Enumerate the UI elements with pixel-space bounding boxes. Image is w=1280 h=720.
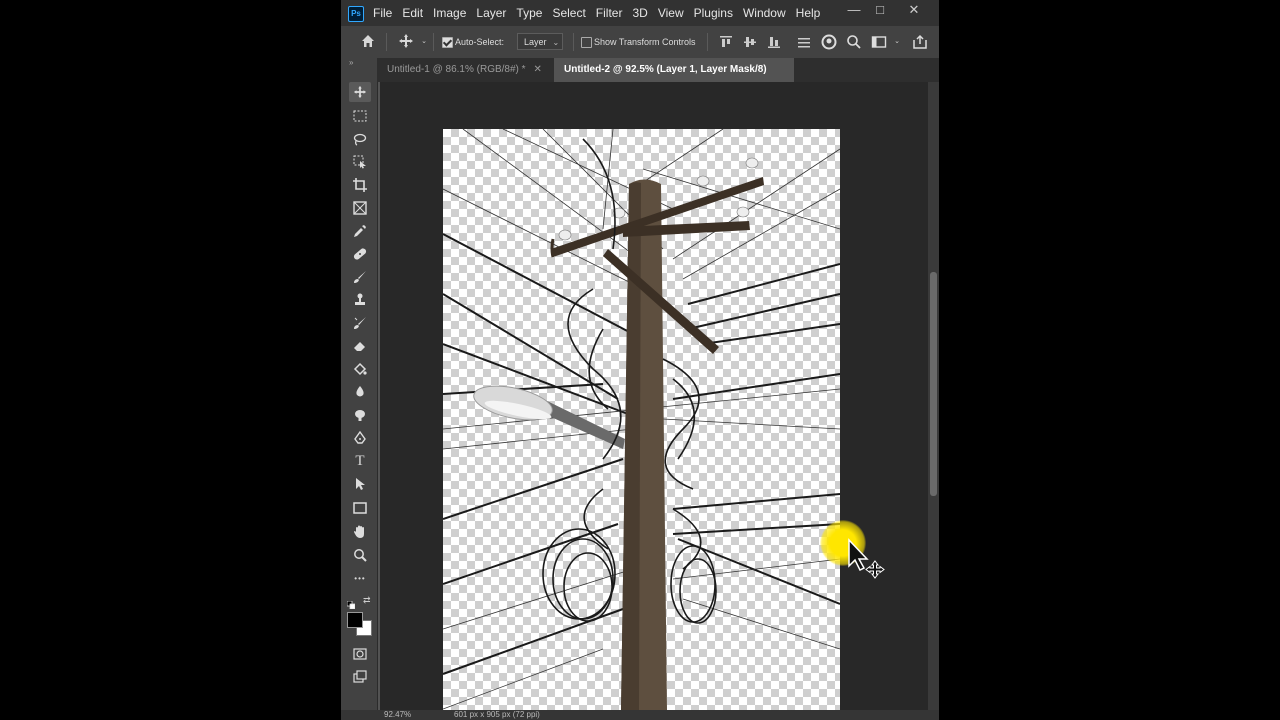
3d-mode-icon[interactable] bbox=[821, 34, 837, 50]
menu-window[interactable]: Window bbox=[738, 0, 791, 26]
frame-tool[interactable] bbox=[349, 198, 371, 218]
menu-file[interactable]: File bbox=[368, 0, 397, 26]
collapse-panel-icon[interactable]: » bbox=[349, 58, 353, 67]
brush-tool[interactable] bbox=[349, 267, 371, 287]
menu-type[interactable]: Type bbox=[511, 0, 547, 26]
scrollbar-thumb[interactable] bbox=[930, 272, 937, 496]
paint-bucket-tool[interactable] bbox=[349, 359, 371, 379]
canvas-area[interactable] bbox=[380, 82, 928, 710]
hand-tool[interactable] bbox=[349, 522, 371, 542]
align-vertical-center-icon[interactable] bbox=[743, 34, 757, 50]
auto-select-label: Auto-Select: bbox=[455, 37, 505, 47]
foreground-color-swatch[interactable] bbox=[347, 612, 363, 628]
healing-brush-tool[interactable] bbox=[349, 244, 371, 264]
distribute-icon[interactable] bbox=[796, 34, 812, 50]
utility-pole-image bbox=[443, 129, 840, 710]
document-info: 601 px x 905 px (72 ppi) bbox=[454, 710, 540, 719]
tab-untitled-1[interactable]: Untitled-1 @ 86.1% (RGB/8#) * ✕ bbox=[377, 58, 553, 82]
auto-select-checkbox[interactable] bbox=[442, 37, 453, 48]
eraser-tool[interactable] bbox=[349, 336, 371, 356]
type-tool[interactable]: T bbox=[349, 451, 371, 471]
edit-toolbar-button[interactable]: ••• bbox=[349, 569, 371, 589]
chevron-down-icon[interactable]: ⌄ bbox=[419, 26, 429, 58]
photoshop-logo-icon: Ps bbox=[348, 6, 364, 22]
menu-image[interactable]: Image bbox=[428, 0, 471, 26]
crop-tool[interactable] bbox=[349, 175, 371, 195]
lasso-tool[interactable] bbox=[349, 129, 371, 149]
blur-tool[interactable] bbox=[349, 382, 371, 402]
menu-bar: Ps File Edit Image Layer Type Select Fil… bbox=[341, 0, 939, 26]
swap-colors-icon[interactable]: ⇄ bbox=[363, 595, 373, 605]
maximize-button[interactable]: □ bbox=[865, 0, 895, 22]
object-selection-tool[interactable] bbox=[349, 152, 371, 172]
document-tabs: Untitled-1 @ 86.1% (RGB/8#) * ✕ Untitled-… bbox=[377, 58, 939, 99]
menu-list: File Edit Image Layer Type Select Filter… bbox=[368, 0, 825, 26]
dodge-tool[interactable] bbox=[349, 405, 371, 425]
marquee-tool[interactable] bbox=[349, 106, 371, 126]
align-bottom-icon[interactable] bbox=[767, 34, 781, 50]
menu-help[interactable]: Help bbox=[791, 0, 826, 26]
menu-edit[interactable]: Edit bbox=[397, 0, 428, 26]
clone-stamp-tool[interactable] bbox=[349, 290, 371, 310]
default-colors-icon[interactable] bbox=[346, 596, 356, 610]
workspace-icon[interactable] bbox=[871, 34, 887, 50]
eyedropper-tool[interactable] bbox=[349, 221, 371, 241]
search-icon[interactable] bbox=[846, 34, 862, 50]
zoom-level[interactable]: 92.47% bbox=[384, 710, 411, 719]
vertical-scrollbar[interactable] bbox=[928, 82, 939, 710]
show-transform-controls-label: Show Transform Controls bbox=[594, 37, 696, 47]
show-transform-controls-checkbox[interactable] bbox=[581, 37, 592, 48]
tab-untitled-2[interactable]: Untitled-2 @ 92.5% (Layer 1, Layer Mask/… bbox=[554, 58, 794, 99]
menu-3d[interactable]: 3D bbox=[627, 0, 652, 26]
screen-mode-icon[interactable] bbox=[349, 667, 371, 687]
chevron-down-icon[interactable]: ⌄ bbox=[892, 26, 902, 58]
photoshop-window: Ps File Edit Image Layer Type Select Fil… bbox=[341, 0, 939, 720]
home-icon[interactable] bbox=[359, 33, 377, 51]
status-bar: 92.47% 601 px x 905 px (72 ppi) bbox=[341, 710, 939, 720]
pen-tool[interactable] bbox=[349, 428, 371, 448]
document-canvas[interactable] bbox=[443, 129, 840, 710]
align-top-icon[interactable] bbox=[719, 34, 733, 50]
menu-select[interactable]: Select bbox=[547, 0, 590, 26]
mouse-cursor-icon bbox=[847, 538, 887, 582]
close-tab-icon[interactable]: ✕ bbox=[534, 64, 542, 75]
options-bar: ⌄ Auto-Select: Layer ⌄ Show Transform Con… bbox=[341, 26, 939, 59]
rectangle-tool[interactable] bbox=[349, 498, 371, 518]
menu-view[interactable]: View bbox=[653, 0, 689, 26]
share-icon[interactable] bbox=[912, 34, 928, 50]
menu-filter[interactable]: Filter bbox=[591, 0, 628, 26]
auto-select-target-value: Layer bbox=[524, 37, 547, 47]
menu-plugins[interactable]: Plugins bbox=[689, 0, 738, 26]
auto-select-target-dropdown[interactable]: Layer ⌄ bbox=[517, 33, 563, 50]
zoom-tool[interactable] bbox=[349, 545, 371, 565]
quick-mask-icon[interactable] bbox=[349, 644, 371, 664]
tools-panel: » T ••• ⇄ bbox=[341, 58, 378, 710]
close-button[interactable]: ✕ bbox=[899, 0, 929, 22]
move-tool-preset-icon[interactable] bbox=[397, 33, 415, 51]
tab-label: Untitled-1 @ 86.1% (RGB/8#) * bbox=[387, 64, 526, 75]
move-tool[interactable] bbox=[349, 82, 371, 102]
menu-layer[interactable]: Layer bbox=[471, 0, 511, 26]
path-selection-tool[interactable] bbox=[349, 474, 371, 494]
history-brush-tool[interactable] bbox=[349, 313, 371, 333]
